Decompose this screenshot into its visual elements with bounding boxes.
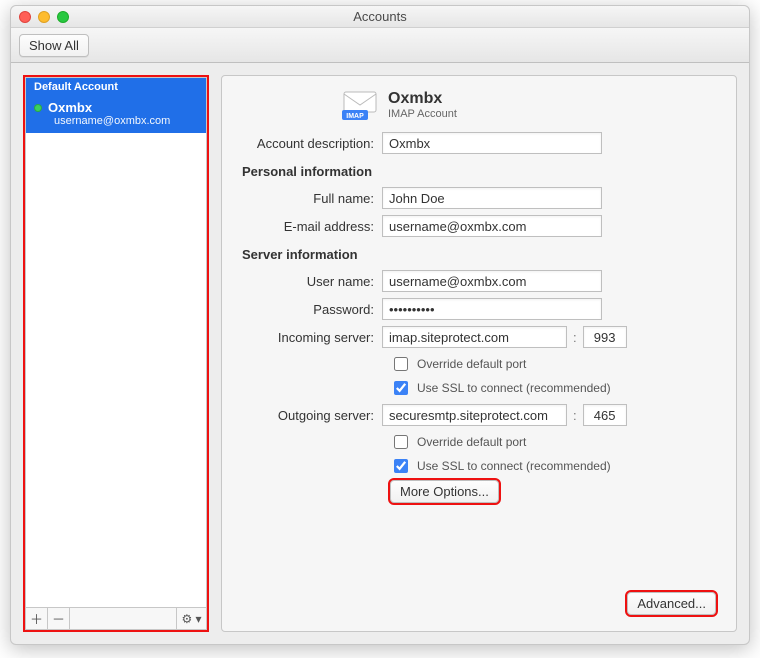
accounts-sidebar: Default Account Oxmbx username@oxmbx.com… (23, 75, 209, 632)
accounts-list[interactable]: Default Account Oxmbx username@oxmbx.com (25, 77, 207, 608)
email-address-label: E-mail address: (242, 219, 382, 234)
incoming-use-ssl-checkbox[interactable] (394, 381, 408, 395)
zoom-icon[interactable] (57, 11, 69, 23)
email-address-input[interactable] (382, 215, 602, 237)
imap-envelope-icon: IMAP (342, 90, 378, 120)
password-label: Password: (242, 302, 382, 317)
full-name-label: Full name: (242, 191, 382, 206)
incoming-server-label: Incoming server: (242, 330, 382, 345)
outgoing-override-port-label: Override default port (417, 435, 526, 449)
remove-account-button[interactable]: － (48, 608, 70, 629)
status-dot-icon (34, 104, 42, 112)
gear-icon: ⚙︎ ▾ (181, 612, 201, 626)
svg-text:IMAP: IMAP (346, 113, 364, 120)
show-all-button[interactable]: Show All (19, 34, 89, 57)
plus-icon: ＋ (30, 609, 43, 628)
full-name-input[interactable] (382, 187, 602, 209)
outgoing-use-ssl-checkbox[interactable] (394, 459, 408, 473)
sidebar-account-email: username@oxmbx.com (34, 115, 198, 127)
sidebar-group-header: Default Account (26, 78, 206, 96)
incoming-override-port-label: Override default port (417, 357, 526, 371)
account-title: Oxmbx (388, 90, 457, 108)
more-options-button[interactable]: More Options... (390, 480, 499, 503)
user-name-input[interactable] (382, 270, 602, 292)
account-description-label: Account description: (242, 136, 382, 151)
toolbar: Show All (11, 28, 749, 63)
outgoing-server-input[interactable] (382, 404, 567, 426)
outgoing-port-sep: : (573, 408, 577, 423)
incoming-port-sep: : (573, 330, 577, 345)
incoming-server-input[interactable] (382, 326, 567, 348)
incoming-override-port-checkbox[interactable] (394, 357, 408, 371)
sidebar-footer: ＋ － ⚙︎ ▾ (25, 608, 207, 630)
body-area: Default Account Oxmbx username@oxmbx.com… (11, 63, 749, 644)
outgoing-port-input (583, 404, 627, 426)
incoming-use-ssl-label: Use SSL to connect (recommended) (417, 381, 611, 395)
account-description-input[interactable] (382, 132, 602, 154)
outgoing-use-ssl-label: Use SSL to connect (recommended) (417, 459, 611, 473)
close-icon[interactable] (19, 11, 31, 23)
account-type-label: IMAP Account (388, 108, 457, 120)
outgoing-override-port-checkbox[interactable] (394, 435, 408, 449)
account-actions-button[interactable]: ⚙︎ ▾ (176, 608, 206, 629)
server-information-heading: Server information (242, 247, 716, 262)
user-name-label: User name: (242, 274, 382, 289)
accounts-window: Accounts Show All Default Account Oxmbx … (10, 5, 750, 645)
titlebar: Accounts (11, 6, 749, 28)
sidebar-account-item[interactable]: Oxmbx username@oxmbx.com (26, 96, 206, 133)
account-header: IMAP Oxmbx IMAP Account (242, 90, 716, 120)
outgoing-server-label: Outgoing server: (242, 408, 382, 423)
incoming-port-input (583, 326, 627, 348)
advanced-button[interactable]: Advanced... (627, 592, 716, 615)
account-settings-panel: IMAP Oxmbx IMAP Account Account descript… (221, 75, 737, 632)
password-input[interactable] (382, 298, 602, 320)
add-account-button[interactable]: ＋ (26, 608, 48, 629)
minimize-icon[interactable] (38, 11, 50, 23)
minus-icon: － (52, 609, 65, 628)
personal-information-heading: Personal information (242, 164, 716, 179)
sidebar-account-name: Oxmbx (48, 100, 92, 115)
window-title: Accounts (353, 9, 406, 24)
traffic-lights (19, 11, 69, 23)
